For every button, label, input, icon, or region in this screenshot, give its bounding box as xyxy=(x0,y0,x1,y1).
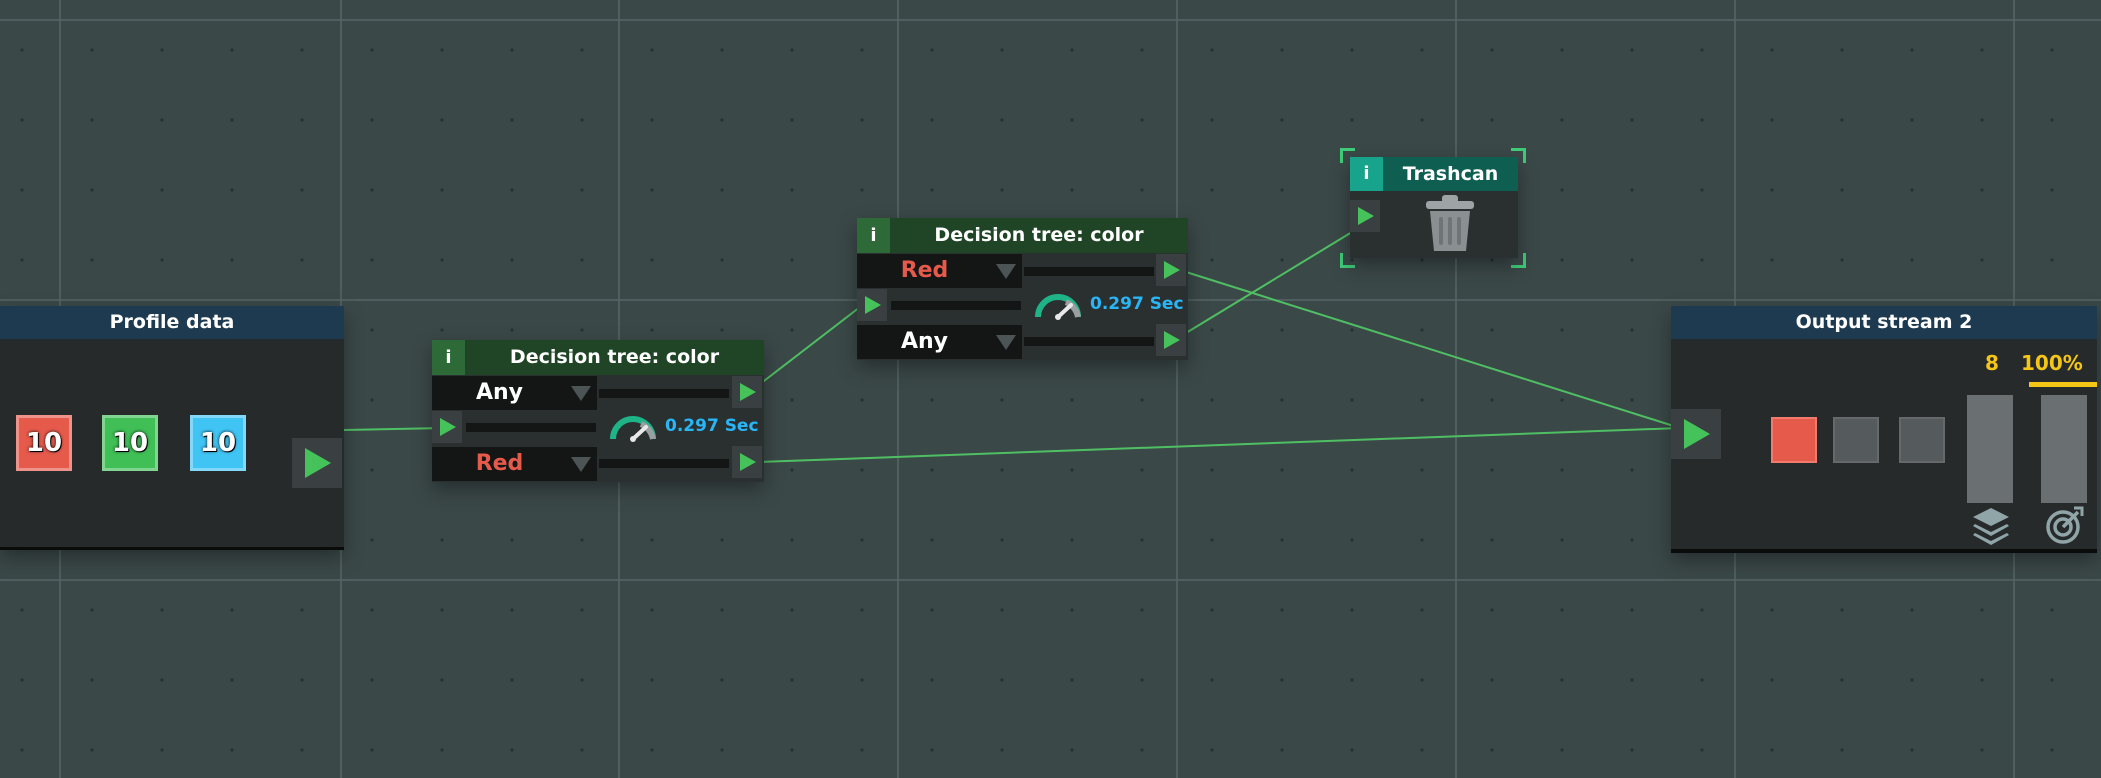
profile-data-node[interactable]: Profile data 10 10 10 xyxy=(0,306,344,550)
output-port-bottom[interactable] xyxy=(1156,324,1186,356)
filter-select-bottom-value: Red xyxy=(475,451,524,476)
decision-tree-2-title: Decision tree: color xyxy=(934,224,1144,246)
trashcan-body xyxy=(1350,191,1518,258)
profile-output-port[interactable] xyxy=(292,438,342,488)
decision-tree-2-body: Red 0.297 Sec Any xyxy=(857,253,1188,360)
decision-tree-1-header: i Decision tree: color xyxy=(432,340,764,375)
target-meter xyxy=(2041,395,2087,503)
info-button[interactable]: i xyxy=(857,218,890,253)
profile-chip-green: 10 xyxy=(102,415,158,471)
trashcan-header: i Trashcan xyxy=(1350,157,1518,191)
filter-select-bottom[interactable]: Red xyxy=(432,447,597,481)
play-arrow-icon xyxy=(740,383,756,401)
output-top-bar xyxy=(1024,267,1154,276)
queue-meter-fill xyxy=(1967,395,2013,503)
target-icon xyxy=(2046,506,2084,544)
output-slot-3 xyxy=(1899,417,1945,463)
profile-chip-red: 10 xyxy=(16,415,72,471)
queue-meter xyxy=(1967,395,2013,503)
trashcan-input-port[interactable] xyxy=(1350,200,1380,232)
target-meter-fill xyxy=(2041,395,2087,503)
target-percent: 100% xyxy=(2021,351,2083,375)
output-slot-2 xyxy=(1833,417,1879,463)
output-slot-1 xyxy=(1771,417,1817,463)
output-stream-body: 8 100% xyxy=(1671,339,2097,553)
filter-select-bottom-value: Any xyxy=(900,329,949,354)
filter-select-top[interactable]: Any xyxy=(432,376,597,410)
play-arrow-icon xyxy=(1684,419,1710,449)
filter-select-top[interactable]: Red xyxy=(857,254,1022,288)
profile-data-title: Profile data xyxy=(0,306,344,339)
queue-count: 8 xyxy=(1985,351,1999,375)
decision-tree-2-header: i Decision tree: color xyxy=(857,218,1188,253)
input-bar xyxy=(466,423,596,432)
processing-speed: 0.297 Sec xyxy=(665,416,759,436)
output-port-bottom[interactable] xyxy=(732,446,762,478)
trashcan-title: Trashcan xyxy=(1402,163,1499,185)
info-button[interactable]: i xyxy=(432,340,465,375)
processing-speed: 0.297 Sec xyxy=(1090,294,1184,314)
play-arrow-icon xyxy=(1358,207,1374,225)
dropdown-arrow-icon xyxy=(571,386,591,401)
decision-tree-1-title: Decision tree: color xyxy=(509,346,720,368)
layers-icon xyxy=(1973,508,2009,545)
filter-select-top-value: Any xyxy=(475,380,524,405)
output-bottom-bar xyxy=(1024,337,1154,346)
output-port-top[interactable] xyxy=(732,376,762,408)
input-bar xyxy=(891,301,1021,310)
filter-select-top-value: Red xyxy=(900,258,949,283)
play-arrow-icon xyxy=(740,453,756,471)
input-port[interactable] xyxy=(857,289,887,321)
speedometer-icon xyxy=(610,416,656,442)
play-arrow-icon xyxy=(1164,331,1180,349)
decision-tree-node-1[interactable]: i Decision tree: color Any 0.297 Sec Red xyxy=(432,340,764,482)
output-top-bar xyxy=(599,389,729,398)
dropdown-arrow-icon xyxy=(571,457,591,472)
output-bottom-bar xyxy=(599,459,729,468)
output-stream-node[interactable]: Output stream 2 8 100% xyxy=(1671,306,2097,553)
info-button[interactable]: i xyxy=(1350,157,1383,191)
output-port-top[interactable] xyxy=(1156,254,1186,286)
filter-select-bottom[interactable]: Any xyxy=(857,325,1022,359)
play-arrow-icon xyxy=(440,418,456,436)
trashcan-node[interactable]: i Trashcan xyxy=(1350,157,1518,258)
output-stream-title: Output stream 2 xyxy=(1671,306,2097,339)
dropdown-arrow-icon xyxy=(996,264,1016,279)
play-arrow-icon xyxy=(865,296,881,314)
output-stream-input-port[interactable] xyxy=(1671,409,1721,459)
decision-tree-1-body: Any 0.297 Sec Red xyxy=(432,375,764,482)
input-port[interactable] xyxy=(432,411,462,443)
play-arrow-icon xyxy=(1164,261,1180,279)
decision-tree-node-2[interactable]: i Decision tree: color Red 0.297 Sec Any xyxy=(857,218,1188,360)
speedometer-icon xyxy=(1035,294,1081,320)
profile-chip-blue: 10 xyxy=(190,415,246,471)
dropdown-arrow-icon xyxy=(996,335,1016,350)
trash-icon xyxy=(1426,195,1474,251)
play-arrow-icon xyxy=(305,448,331,478)
target-progress-bar xyxy=(2029,382,2097,387)
